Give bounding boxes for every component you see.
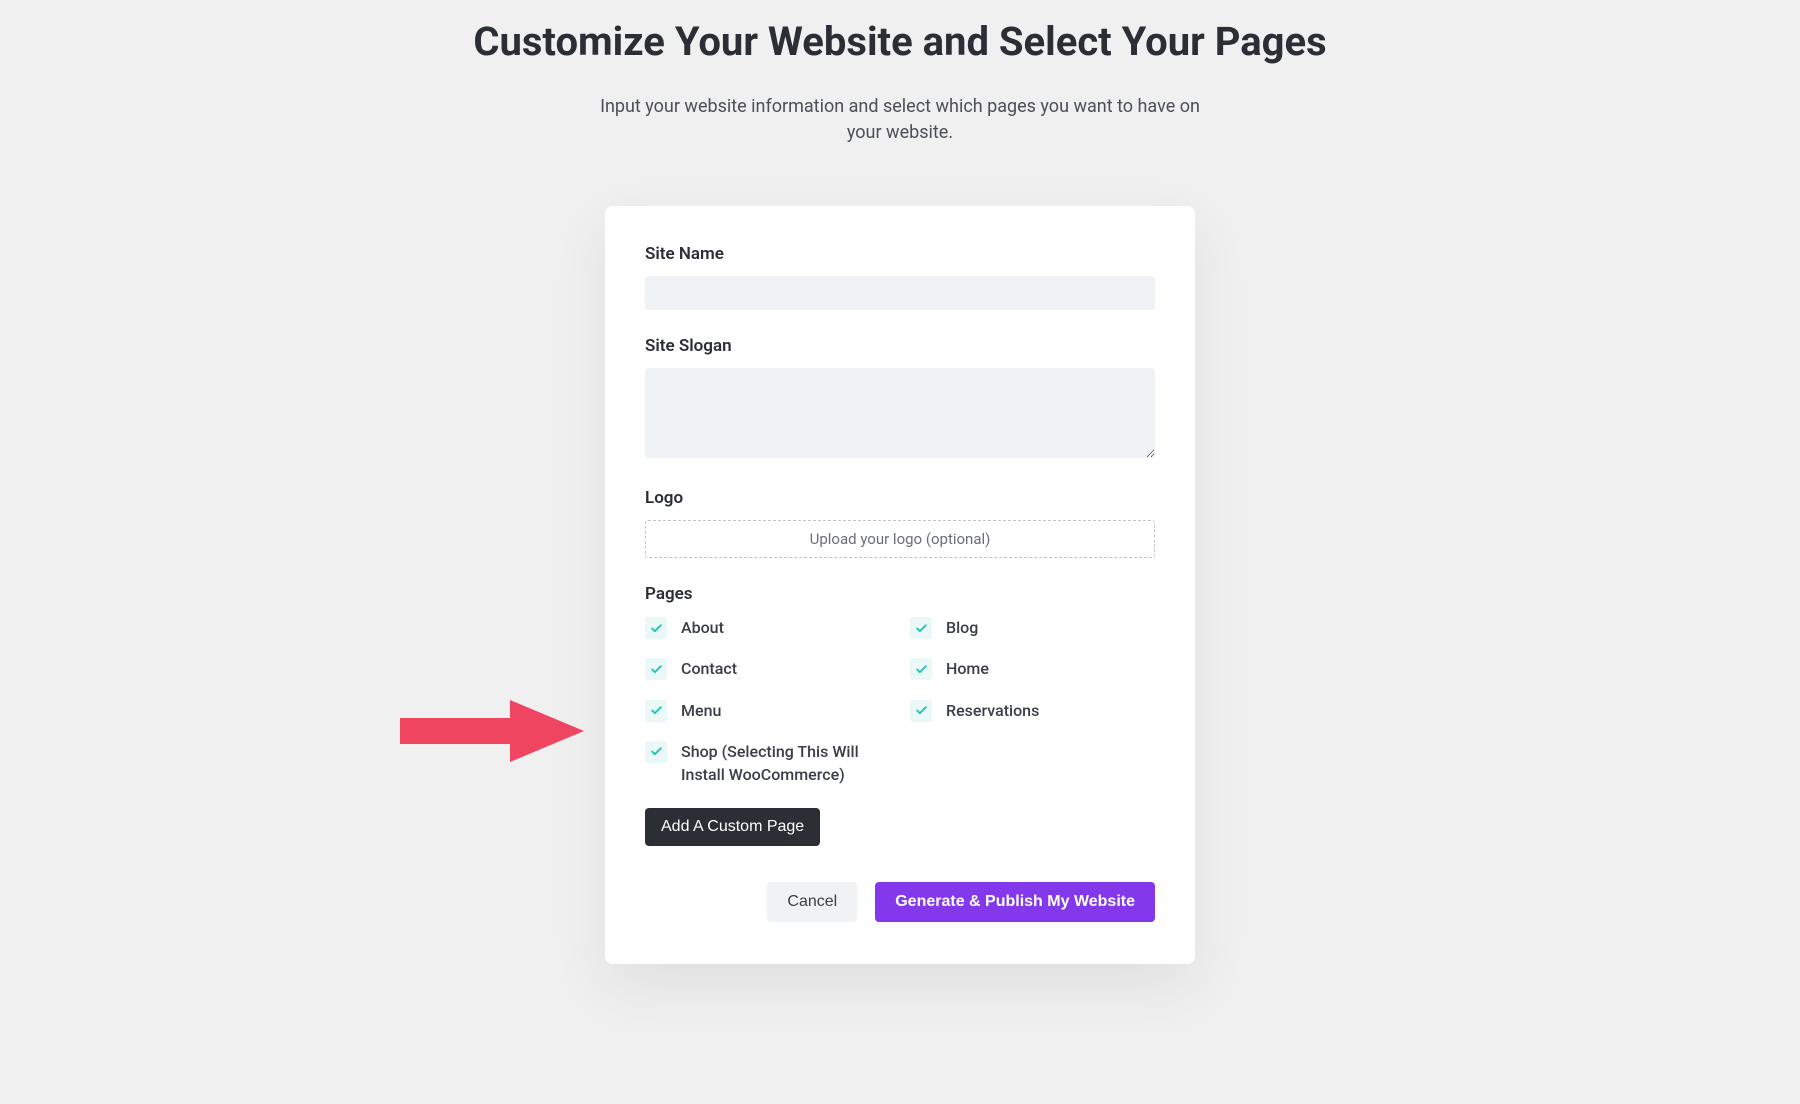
page-item-menu: Menu xyxy=(645,699,890,722)
site-slogan-input[interactable] xyxy=(645,368,1155,458)
add-custom-page-button[interactable]: Add A Custom Page xyxy=(645,808,820,846)
check-icon xyxy=(650,745,663,758)
page-checkbox-shop[interactable] xyxy=(645,741,667,763)
site-name-input[interactable] xyxy=(645,276,1155,310)
page-label-shop: Shop (Selecting This Will Install WooCom… xyxy=(681,740,890,786)
page-checkbox-blog[interactable] xyxy=(910,617,932,639)
page-checkbox-contact[interactable] xyxy=(645,658,667,680)
page-label-home: Home xyxy=(946,657,989,680)
page-item-contact: Contact xyxy=(645,657,890,680)
page-item-shop: Shop (Selecting This Will Install WooCom… xyxy=(645,740,890,786)
check-icon xyxy=(650,663,663,676)
logo-label: Logo xyxy=(645,488,1155,508)
page-label-blog: Blog xyxy=(946,616,978,639)
customize-card: Site Name Site Slogan Logo Upload your l… xyxy=(605,206,1195,964)
page-title: Customize Your Website and Select Your P… xyxy=(473,16,1326,68)
page-checkbox-reservations[interactable] xyxy=(910,700,932,722)
generate-publish-button[interactable]: Generate & Publish My Website xyxy=(875,882,1155,922)
page-label-menu: Menu xyxy=(681,699,721,722)
site-name-group: Site Name xyxy=(645,244,1155,310)
page-item-reservations: Reservations xyxy=(910,699,1155,722)
check-icon xyxy=(650,704,663,717)
check-icon xyxy=(650,622,663,635)
check-icon xyxy=(915,622,928,635)
pages-label: Pages xyxy=(645,584,1155,604)
page-item-home: Home xyxy=(910,657,1155,680)
site-slogan-label: Site Slogan xyxy=(645,336,1155,356)
check-icon xyxy=(915,663,928,676)
cancel-button[interactable]: Cancel xyxy=(767,882,857,922)
page-item-blog: Blog xyxy=(910,616,1155,639)
logo-group: Logo Upload your logo (optional) xyxy=(645,488,1155,558)
logo-upload-zone[interactable]: Upload your logo (optional) xyxy=(645,520,1155,558)
page-label-about: About xyxy=(681,616,724,639)
pages-grid: About Blog Contact xyxy=(645,616,1155,786)
page-checkbox-menu[interactable] xyxy=(645,700,667,722)
page-checkbox-about[interactable] xyxy=(645,617,667,639)
page-container: Customize Your Website and Select Your P… xyxy=(0,0,1800,964)
page-item-about: About xyxy=(645,616,890,639)
check-icon xyxy=(915,704,928,717)
site-name-label: Site Name xyxy=(645,244,1155,264)
annotation-arrow-icon xyxy=(400,696,590,766)
site-slogan-group: Site Slogan xyxy=(645,336,1155,462)
footer-buttons: Cancel Generate & Publish My Website xyxy=(645,882,1155,922)
page-label-contact: Contact xyxy=(681,657,737,680)
pages-group: Pages About Blog xyxy=(645,584,1155,846)
page-subtitle: Input your website information and selec… xyxy=(600,94,1200,146)
logo-upload-text: Upload your logo (optional) xyxy=(810,530,991,548)
page-label-reservations: Reservations xyxy=(946,699,1039,722)
page-checkbox-home[interactable] xyxy=(910,658,932,680)
